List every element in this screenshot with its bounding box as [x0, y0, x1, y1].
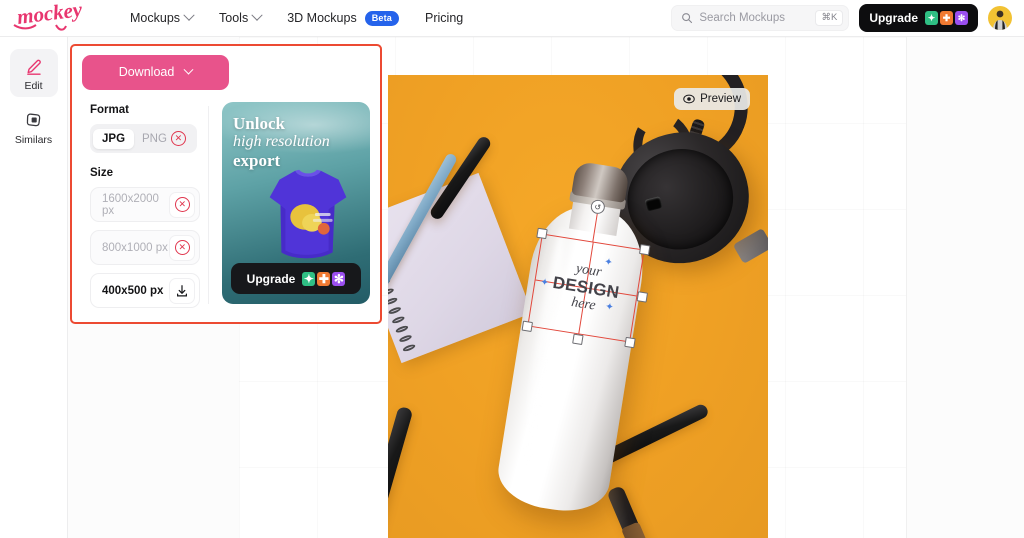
locked-x-icon: ✕ — [174, 197, 190, 212]
size-option-action[interactable]: ✕ — [169, 234, 196, 261]
chevron-down-icon — [251, 9, 263, 21]
size-option-label: 400x500 px — [102, 284, 164, 297]
promo-line-2: high resolution — [233, 133, 330, 151]
sidebar-item-similars[interactable]: Similars — [10, 103, 58, 151]
locked-x-icon: ✕ — [170, 131, 186, 146]
upgrade-promo-card[interactable]: Unlock high resolution export Upgrade ✦ … — [222, 102, 370, 304]
sidebar-label-edit: Edit — [24, 80, 43, 92]
locked-x-icon: ✕ — [174, 240, 190, 255]
nav-item-tools[interactable]: Tools — [219, 9, 263, 25]
sidebar-item-edit[interactable]: Edit — [9, 49, 58, 97]
format-option-jpg[interactable]: JPG — [93, 128, 135, 149]
selection-bounding-box — [527, 233, 645, 343]
download-panel-body: Format JPG PNG ✕ Size 1600x2000 px ✕ 800… — [72, 98, 380, 316]
nav-label-mockups: Mockups — [130, 11, 181, 25]
avatar-person-icon — [992, 10, 1008, 30]
tile-purple-icon: ✻ — [332, 271, 346, 286]
tile-purple-icon: ✻ — [955, 11, 968, 25]
promo-line-1: Unlock — [233, 114, 285, 133]
download-button-label: Download — [118, 65, 175, 79]
nav-item-3d-mockups[interactable]: 3D Mockups Beta — [287, 10, 400, 26]
eye-icon — [683, 94, 695, 104]
size-option-400x500[interactable]: 400x500 px — [90, 273, 201, 308]
avatar[interactable] — [988, 6, 1012, 30]
design-selection[interactable]: your DESIGN here ✦ ✦ ✦ ↺ — [521, 198, 651, 349]
nav-label-tools: Tools — [219, 11, 249, 25]
download-options: Format JPG PNG ✕ Size 1600x2000 px ✕ 800… — [90, 98, 201, 316]
svg-text:mockey: mockey — [16, 3, 84, 29]
workspace-divider — [906, 37, 907, 538]
format-section-title: Format — [90, 104, 129, 116]
resize-handle-bottom-left[interactable] — [521, 320, 534, 333]
size-option-action[interactable] — [169, 277, 196, 304]
size-section-title: Size — [90, 167, 114, 179]
nav-label-pricing: Pricing — [425, 11, 464, 25]
chevron-down-icon — [183, 9, 195, 21]
tile-orange-icon: ✚ — [317, 271, 331, 286]
header-actions: ⌘K Upgrade ✦ ✚ ✻ — [671, 4, 1012, 32]
resize-handle-top-left[interactable] — [536, 227, 548, 240]
tile-orange-icon: ✚ — [940, 11, 953, 25]
tile-green-icon: ✦ — [925, 11, 938, 25]
promo-line-3: export — [233, 150, 281, 170]
primary-nav: Mockups Tools 3D Mockups Beta Pricing — [130, 9, 463, 26]
download-button[interactable]: Download — [82, 54, 229, 90]
left-rail: Edit Similars — [0, 37, 68, 538]
upgrade-button-label: Upgrade — [869, 11, 918, 25]
download-panel: Download Format JPG PNG ✕ Size 1600x2000… — [70, 44, 382, 324]
similars-icon — [26, 113, 40, 127]
mockey-logo[interactable]: mockey — [12, 3, 96, 33]
resize-handle-top-right[interactable] — [638, 243, 651, 256]
size-option-1600x2000[interactable]: 1600x2000 px ✕ — [90, 187, 201, 222]
promo-headline: Unlock high resolution export — [233, 114, 365, 170]
tshirt-graphic — [269, 169, 347, 259]
format-option-png-label: PNG — [142, 132, 167, 145]
pencil-icon — [26, 59, 41, 75]
upgrade-button[interactable]: Upgrade ✦ ✚ ✻ — [859, 4, 978, 32]
size-option-label: 1600x2000 px — [102, 192, 159, 217]
size-option-action[interactable]: ✕ — [169, 191, 196, 218]
search-input[interactable] — [699, 12, 810, 24]
search-shortcut-hint: ⌘K — [815, 10, 844, 26]
download-icon — [177, 284, 188, 297]
format-toggle-group: JPG PNG ✕ — [90, 124, 197, 153]
size-option-label: 800x1000 px — [102, 241, 168, 254]
beta-badge: Beta — [364, 10, 400, 26]
download-panel-header: Download — [72, 46, 380, 98]
promo-upgrade-tiles: ✦ ✚ ✻ — [302, 271, 346, 286]
mockup-canvas[interactable]: 3150 your DESIGN here ✦ — [388, 75, 768, 538]
nav-item-mockups[interactable]: Mockups — [130, 9, 195, 25]
nav-label-3d-mockups: 3D Mockups — [287, 11, 357, 25]
app-header: mockey Mockups Tools 3D Mockups Beta Pri… — [0, 0, 1024, 37]
upgrade-tiles: ✦ ✚ ✻ — [925, 11, 968, 25]
resize-handle-bottom-center[interactable] — [572, 333, 584, 346]
search-box[interactable]: ⌘K — [671, 5, 850, 31]
size-option-800x1000[interactable]: 800x1000 px ✕ — [90, 230, 201, 265]
chevron-down-icon — [183, 64, 194, 75]
nav-item-pricing[interactable]: Pricing — [425, 11, 463, 25]
preview-button-label: Preview — [700, 93, 741, 105]
sidebar-label-similars: Similars — [14, 134, 53, 146]
format-option-png[interactable]: PNG ✕ — [136, 127, 194, 150]
panel-divider — [208, 106, 209, 304]
promo-upgrade-label: Upgrade — [246, 271, 296, 286]
promo-upgrade-button[interactable]: Upgrade ✦ ✚ ✻ — [231, 263, 361, 294]
resize-handle-bottom-right[interactable] — [624, 336, 636, 349]
preview-button[interactable]: Preview — [674, 88, 750, 110]
resize-handle-middle-right[interactable] — [636, 291, 649, 303]
search-icon — [682, 13, 693, 24]
tile-green-icon: ✦ — [302, 271, 316, 286]
logo-mark: mockey — [13, 3, 84, 31]
